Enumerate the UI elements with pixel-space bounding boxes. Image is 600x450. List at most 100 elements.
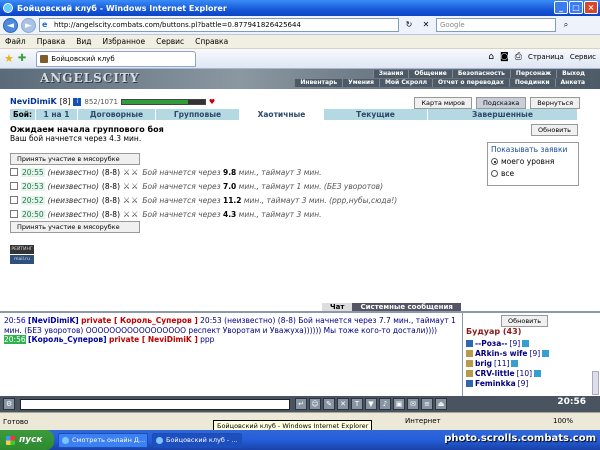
- hint-button[interactable]: Подсказка: [475, 97, 527, 109]
- taskbar-item-video[interactable]: Смотреть онлайн Д...: [58, 432, 148, 448]
- add-favorite-icon[interactable]: ✚: [18, 53, 26, 64]
- refresh-button[interactable]: Обновить: [530, 124, 578, 136]
- list-item[interactable]: ARkin-s wife [9]: [466, 348, 596, 358]
- windows-flag-icon: [6, 435, 15, 445]
- top-menu-knowledge[interactable]: Знания: [372, 70, 409, 78]
- rss-icon[interactable]: ◙: [500, 52, 509, 62]
- list-item[interactable]: brig [11]: [466, 358, 596, 368]
- erase-icon[interactable]: ✎: [323, 398, 335, 410]
- tab-current[interactable]: Текущие: [324, 109, 428, 120]
- chat-time: 20:56: [4, 335, 26, 344]
- battle-checkbox[interactable]: [10, 196, 18, 204]
- menu-item-view[interactable]: Вид: [76, 37, 91, 46]
- battle-description: Бой начнется через 4.3 мин., таймаут 3 м…: [142, 209, 322, 219]
- rating-counter[interactable]: РЕЙТИНГ 20044963К: [10, 245, 34, 254]
- info-icon[interactable]: [542, 349, 550, 357]
- favorites-star-icon[interactable]: ★: [4, 52, 14, 65]
- player-name[interactable]: NeviDimiK: [10, 97, 57, 106]
- users-refresh-button[interactable]: Обновить: [501, 315, 549, 327]
- battle-checkbox[interactable]: [10, 210, 18, 218]
- list-item[interactable]: Feminkka [9]: [466, 378, 596, 388]
- zoom-level[interactable]: 100%: [553, 417, 573, 425]
- chat-nick[interactable]: [Король_Суперов]: [28, 335, 107, 344]
- return-button[interactable]: Вернуться: [530, 97, 580, 109]
- chat-private-target[interactable]: private [ NeviDimiK ]: [109, 335, 198, 344]
- top-menu-my-scroll[interactable]: Мой Скролл: [378, 79, 433, 87]
- sound-icon[interactable]: ♪: [379, 398, 391, 410]
- top-menu-transfers[interactable]: Отчет о переводах: [432, 79, 509, 87]
- close-icon[interactable]: ×: [584, 1, 598, 14]
- game-top-menu: Знания Общение Безопасность Персонаж Вых…: [294, 70, 590, 87]
- home-icon[interactable]: ⌂: [488, 52, 494, 62]
- private-icon[interactable]: ✉: [407, 398, 419, 410]
- list-item[interactable]: CRV-little [10]: [466, 368, 596, 378]
- list-item[interactable]: --Роза-- [9]: [466, 338, 596, 348]
- top-menu-character[interactable]: Персонаж: [509, 70, 557, 78]
- radio-my-level[interactable]: [491, 158, 498, 165]
- minimize-icon[interactable]: _: [554, 1, 568, 14]
- option-all[interactable]: все: [491, 169, 575, 178]
- clear-icon[interactable]: ✕: [337, 398, 349, 410]
- top-menu-profile[interactable]: Анкета: [554, 79, 590, 87]
- info-icon[interactable]: i: [73, 97, 82, 106]
- status-text: Готово: [3, 417, 29, 426]
- user-list: --Роза-- [9] ARkin-s wife [9] brig [11] CRV…: [466, 338, 596, 388]
- user-list-scrollbar[interactable]: [592, 371, 599, 395]
- tab-finished[interactable]: Завершенные: [428, 109, 578, 120]
- tab-chaotic[interactable]: Хаотичные: [240, 109, 324, 120]
- top-menu-skills[interactable]: Умения: [342, 79, 379, 87]
- font-icon[interactable]: T: [351, 398, 363, 410]
- tools-menu-button[interactable]: Сервис: [570, 53, 596, 61]
- print-icon[interactable]: ⎙: [515, 52, 522, 62]
- search-icon[interactable]: ⌕: [559, 18, 573, 32]
- send-icon[interactable]: ↵: [295, 398, 307, 410]
- page-menu-button[interactable]: Страница: [528, 53, 564, 61]
- stop-icon[interactable]: ✕: [419, 18, 433, 32]
- maximize-icon[interactable]: □: [569, 1, 583, 14]
- chat-input[interactable]: [20, 398, 290, 410]
- world-map-button[interactable]: Карта миров: [414, 97, 472, 109]
- top-menu-battles[interactable]: Поединки: [508, 79, 555, 87]
- option-my-level[interactable]: моего уровня: [491, 157, 575, 166]
- tab-agreed[interactable]: Договорные: [78, 109, 156, 120]
- join-meat-grinder-button-bottom[interactable]: Принять участие в мясорубке: [10, 221, 140, 233]
- menu-item-favorites[interactable]: Избранное: [103, 37, 146, 46]
- top-menu-security[interactable]: Безопасность: [451, 70, 510, 78]
- radio-all[interactable]: [491, 170, 498, 177]
- image-icon[interactable]: ▣: [393, 398, 405, 410]
- mailru-counter[interactable]: mail.ru 9969336 23312: [10, 255, 34, 264]
- join-meat-grinder-button-top[interactable]: Принять участие в мясорубке: [10, 153, 140, 165]
- chat-settings-icon[interactable]: ⚙: [3, 398, 15, 410]
- options-icon[interactable]: ≡: [421, 398, 433, 410]
- menu-item-tools[interactable]: Сервис: [156, 37, 184, 46]
- forward-arrow-icon[interactable]: ►: [21, 17, 36, 33]
- battle-checkbox[interactable]: [10, 168, 18, 176]
- top-menu-exit[interactable]: Выход: [556, 70, 590, 78]
- tab-group[interactable]: Групповые: [156, 109, 240, 120]
- search-input[interactable]: Google: [436, 18, 556, 32]
- taskbar-item-fightclub[interactable]: Бойцовский клуб - ...: [152, 432, 242, 448]
- url-input[interactable]: http://angelscity.combats.com/buttons.pl…: [39, 18, 399, 32]
- info-icon[interactable]: [511, 359, 519, 367]
- filter-icon[interactable]: ▼: [365, 398, 377, 410]
- menu-item-file[interactable]: Файл: [5, 37, 26, 46]
- command-bar: ★ ✚ Бойцовский клуб ⌂ ◙ ⎙ Страница Серви…: [0, 49, 600, 69]
- info-icon[interactable]: [534, 369, 542, 377]
- back-arrow-icon[interactable]: ◄: [3, 17, 18, 33]
- top-menu-inventory[interactable]: Инвентарь: [294, 79, 343, 87]
- browser-tab[interactable]: Бойцовский клуб: [36, 50, 197, 67]
- battle-description: Бой начнется через 11.2 мин., таймаут 3 …: [142, 195, 398, 205]
- chat-private-target[interactable]: private [ Король_Суперов ]: [81, 316, 198, 325]
- menu-item-edit[interactable]: Правка: [37, 37, 66, 46]
- menu-item-help[interactable]: Справка: [195, 37, 228, 46]
- smiles-icon[interactable]: ☺: [309, 398, 321, 410]
- battle-checkbox[interactable]: [10, 182, 18, 190]
- top-menu-social[interactable]: Общение: [408, 70, 452, 78]
- exit-icon[interactable]: ⏏: [435, 398, 447, 410]
- start-button[interactable]: пуск: [0, 430, 54, 450]
- refresh-icon[interactable]: ↻: [402, 18, 416, 32]
- tab-one-on-one[interactable]: 1 на 1: [36, 109, 78, 120]
- info-icon[interactable]: [522, 339, 530, 347]
- chat-nick[interactable]: [NeviDimiK]: [28, 316, 79, 325]
- page-buttons: Карта миров Подсказка Вернуться: [414, 97, 580, 109]
